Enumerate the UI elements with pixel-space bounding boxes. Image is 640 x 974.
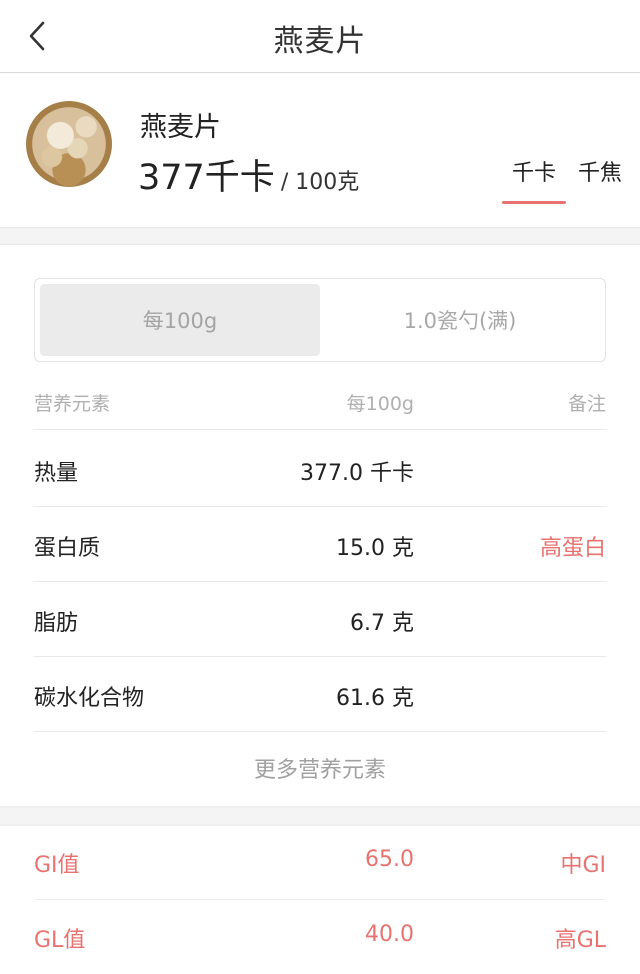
- gl-label: GL值: [34, 928, 86, 953]
- navigation-bar: 燕麦片: [0, 0, 640, 73]
- header-note: 备注: [567, 393, 606, 415]
- food-summary: 燕麦片 377千卡/ 100克 千卡 千焦: [0, 73, 640, 227]
- food-image: [26, 101, 112, 187]
- energy-unit-tabs: 千卡 千焦: [501, 155, 622, 204]
- section-divider: [0, 806, 640, 826]
- nutrient-name: 热量: [34, 461, 79, 486]
- header-nutrient: 营养元素: [34, 393, 111, 415]
- table-row: 蛋白质 15.0 克 高蛋白: [34, 506, 606, 582]
- table-row: 脂肪 6.7 克: [34, 581, 606, 657]
- gi-value: 65.0: [365, 847, 414, 872]
- gi-row: GI值 65.0 中GI: [34, 825, 606, 900]
- more-nutrients-link[interactable]: 更多营养元素: [0, 752, 640, 784]
- calorie-value: 377千卡: [138, 158, 275, 198]
- gl-level: 高GL: [554, 928, 606, 953]
- nutrition-table-header: 营养元素 每100g 备注: [34, 385, 606, 430]
- nutrient-note: 高蛋白: [539, 536, 606, 561]
- tab-kcal[interactable]: 千卡: [501, 155, 567, 204]
- table-row: 热量 377.0 千卡: [34, 431, 606, 507]
- tab-kj[interactable]: 千焦: [578, 155, 622, 187]
- food-name: 燕麦片: [140, 112, 221, 143]
- nutrient-name: 碳水化合物: [34, 686, 145, 711]
- section-divider: [0, 227, 640, 245]
- gi-label: GI值: [34, 853, 80, 878]
- food-calories: 377千卡/ 100克: [138, 149, 359, 200]
- header-per-100g: 每100g: [346, 393, 414, 415]
- table-row: 碳水化合物 61.6 克: [34, 656, 606, 732]
- gl-row: GL值 40.0 高GL: [34, 900, 606, 974]
- gi-level: 中GI: [560, 853, 606, 878]
- page-title: 燕麦片: [273, 24, 367, 59]
- gl-value: 40.0: [365, 922, 414, 947]
- calorie-per: / 100克: [280, 170, 360, 195]
- nutrient-name: 蛋白质: [34, 536, 101, 561]
- portion-option-spoon[interactable]: 1.0瓷勺(满): [320, 284, 600, 356]
- nutrient-value: 6.7 克: [350, 611, 414, 636]
- nutrient-value: 61.6 克: [336, 686, 414, 711]
- nutrient-name: 脂肪: [34, 611, 79, 636]
- portion-selector: 每100g 1.0瓷勺(满): [34, 278, 606, 362]
- portion-option-100g[interactable]: 每100g: [40, 284, 320, 356]
- nutrient-value: 377.0 千卡: [300, 461, 414, 486]
- nutrient-value: 15.0 克: [336, 536, 414, 561]
